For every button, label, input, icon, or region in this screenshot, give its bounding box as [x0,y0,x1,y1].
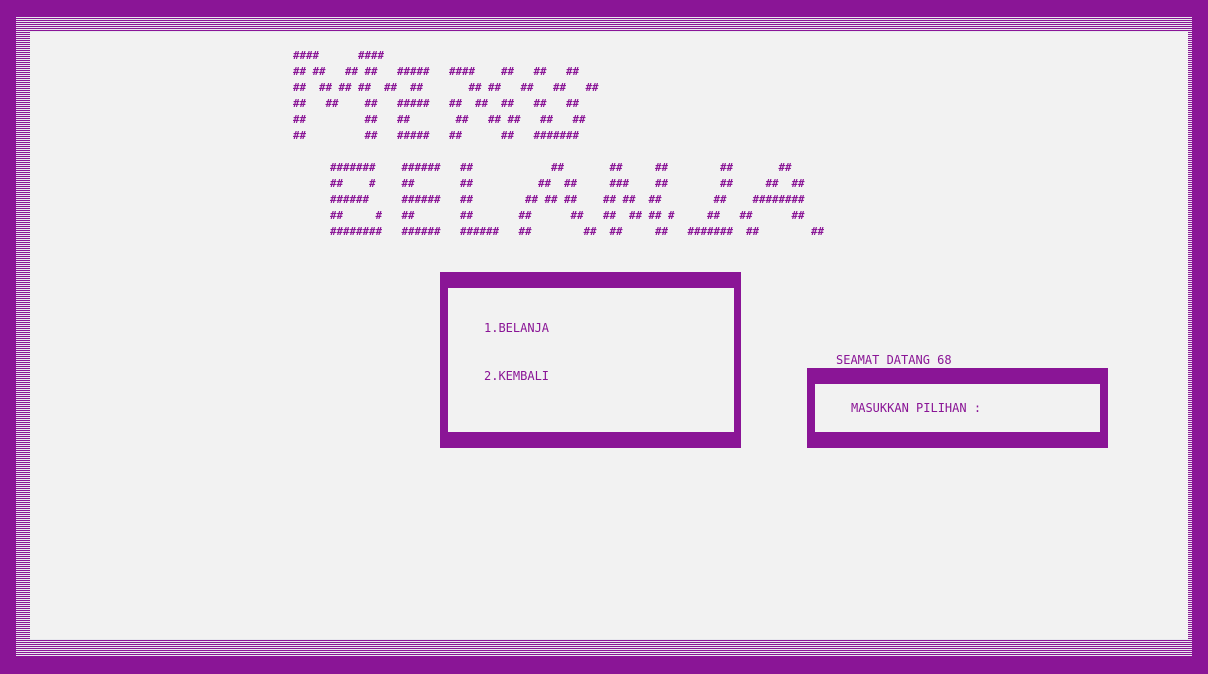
greeting-text: SEAMAT DATANG 68 [836,353,952,367]
choice-prompt: MASUKKAN PILIHAN : [851,401,982,415]
menu-option-kembali[interactable]: 2.KEMBALI [484,369,549,383]
menu-option-belanja[interactable]: 1.BELANJA [484,321,549,335]
ascii-banner-menu: #### #### ## ## ## ## ##### #### ## ## #… [293,49,599,142]
ascii-banner-title: ####### ###### ## ## ## ## ## ## ## # ##… [330,161,825,238]
menu-box [440,272,741,448]
menu-box-inner [448,288,734,432]
